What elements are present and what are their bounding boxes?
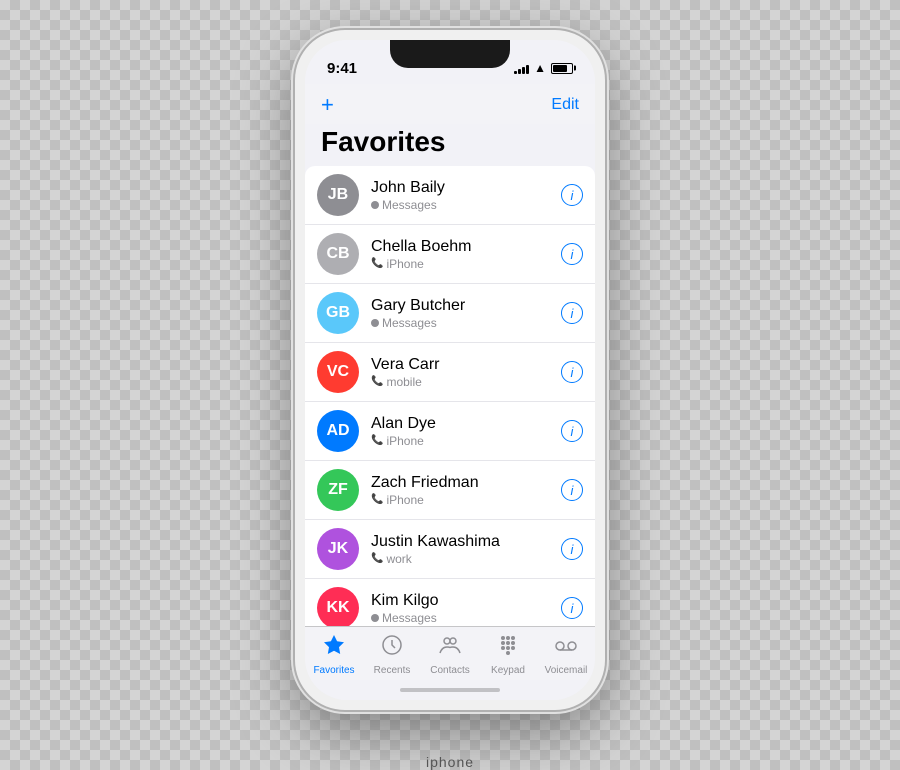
contact-name: Gary Butcher bbox=[371, 297, 561, 315]
battery-icon bbox=[551, 63, 573, 74]
add-button[interactable]: + bbox=[321, 92, 334, 118]
contact-row[interactable]: KKKim KilgoMessagesi bbox=[305, 579, 595, 626]
favorites-icon bbox=[322, 633, 346, 663]
phone-icon: 📞 bbox=[371, 553, 383, 564]
contact-row[interactable]: CBChella Boehm📞iPhonei bbox=[305, 225, 595, 284]
contact-name: Zach Friedman bbox=[371, 474, 561, 492]
contact-avatar: GB bbox=[317, 292, 359, 334]
contact-info: Kim KilgoMessages bbox=[371, 592, 561, 625]
phone-icon: 📞 bbox=[371, 376, 383, 387]
tab-keypad[interactable]: Keypad bbox=[483, 633, 533, 676]
info-button[interactable]: i bbox=[561, 184, 583, 206]
phone-icon: 📞 bbox=[371, 435, 383, 446]
status-icons: ▲ bbox=[514, 61, 573, 75]
contact-avatar: CB bbox=[317, 233, 359, 275]
messages-icon bbox=[371, 319, 379, 327]
contact-sub-label: iPhone bbox=[386, 434, 423, 448]
status-time: 9:41 bbox=[327, 60, 357, 77]
info-button[interactable]: i bbox=[561, 243, 583, 265]
messages-icon bbox=[371, 614, 379, 622]
contact-avatar: ZF bbox=[317, 469, 359, 511]
voicemail-label: Voicemail bbox=[545, 665, 588, 676]
contact-row[interactable]: GBGary ButcherMessagesi bbox=[305, 284, 595, 343]
home-bar bbox=[400, 688, 500, 692]
info-button[interactable]: i bbox=[561, 420, 583, 442]
contact-row[interactable]: ZFZach Friedman📞iPhonei bbox=[305, 461, 595, 520]
keypad-label: Keypad bbox=[491, 665, 525, 676]
tab-contacts[interactable]: Contacts bbox=[425, 633, 475, 676]
contact-row[interactable]: VCVera Carr📞mobilei bbox=[305, 343, 595, 402]
contact-name: Chella Boehm bbox=[371, 238, 561, 256]
contact-sub-label: iPhone bbox=[386, 493, 423, 507]
tab-voicemail[interactable]: Voicemail bbox=[541, 633, 591, 676]
info-button[interactable]: i bbox=[561, 597, 583, 619]
contact-sub: 📞work bbox=[371, 552, 561, 566]
page-title-area: Favorites bbox=[305, 124, 595, 166]
contact-avatar: AD bbox=[317, 410, 359, 452]
contact-row[interactable]: JKJustin Kawashima📞worki bbox=[305, 520, 595, 579]
contact-avatar: JK bbox=[317, 528, 359, 570]
contacts-label: Contacts bbox=[430, 665, 469, 676]
contact-info: Alan Dye📞iPhone bbox=[371, 415, 561, 448]
voicemail-icon bbox=[554, 633, 578, 663]
contact-sub-label: iPhone bbox=[386, 257, 423, 271]
recents-icon bbox=[380, 633, 404, 663]
contact-avatar: VC bbox=[317, 351, 359, 393]
contact-sub: 📞iPhone bbox=[371, 434, 561, 448]
tab-favorites[interactable]: Favorites bbox=[309, 633, 359, 676]
screen: 9:41 ▲ + Edit bbox=[305, 40, 595, 700]
tab-recents[interactable]: Recents bbox=[367, 633, 417, 676]
contact-info: Gary ButcherMessages bbox=[371, 297, 561, 330]
recents-label: Recents bbox=[374, 665, 411, 676]
contact-info: Vera Carr📞mobile bbox=[371, 356, 561, 389]
home-indicator bbox=[305, 680, 595, 700]
tab-bar: Favorites Recents Contacts Keypad Voicem… bbox=[305, 626, 595, 680]
contact-sub: 📞iPhone bbox=[371, 493, 561, 507]
contact-name: Alan Dye bbox=[371, 415, 561, 433]
contact-sub: Messages bbox=[371, 611, 561, 625]
contact-sub-label: mobile bbox=[386, 375, 421, 389]
info-button[interactable]: i bbox=[561, 361, 583, 383]
contact-row[interactable]: JBJohn BailyMessagesi bbox=[305, 166, 595, 225]
contact-info: Chella Boehm📞iPhone bbox=[371, 238, 561, 271]
signal-bars-icon bbox=[514, 62, 529, 74]
contact-name: Vera Carr bbox=[371, 356, 561, 374]
info-button[interactable]: i bbox=[561, 538, 583, 560]
page-title: Favorites bbox=[321, 126, 446, 157]
contact-sub: Messages bbox=[371, 316, 561, 330]
contact-sub: 📞iPhone bbox=[371, 257, 561, 271]
favorites-label: Favorites bbox=[313, 665, 354, 676]
phone-icon: 📞 bbox=[371, 494, 383, 505]
contact-sub-label: Messages bbox=[382, 316, 437, 330]
contact-name: Justin Kawashima bbox=[371, 533, 561, 551]
contacts-icon bbox=[438, 633, 462, 663]
phone-frame: 9:41 ▲ + Edit bbox=[295, 30, 605, 710]
phone-icon: 📞 bbox=[371, 258, 383, 269]
contact-sub-label: work bbox=[386, 552, 411, 566]
contact-info: Justin Kawashima📞work bbox=[371, 533, 561, 566]
contact-avatar: KK bbox=[317, 587, 359, 626]
wifi-icon: ▲ bbox=[534, 61, 546, 75]
nav-bar: + Edit bbox=[305, 84, 595, 124]
app-content: + Edit Favorites JBJohn BailyMessagesiCB… bbox=[305, 84, 595, 626]
contact-name: John Baily bbox=[371, 179, 561, 197]
contact-info: John BailyMessages bbox=[371, 179, 561, 212]
keypad-icon bbox=[496, 633, 520, 663]
info-button[interactable]: i bbox=[561, 302, 583, 324]
contact-row[interactable]: ADAlan Dye📞iPhonei bbox=[305, 402, 595, 461]
contact-avatar: JB bbox=[317, 174, 359, 216]
contact-sub: Messages bbox=[371, 198, 561, 212]
edit-button[interactable]: Edit bbox=[551, 96, 579, 114]
phone-brand-label: iphone bbox=[426, 754, 474, 770]
contact-name: Kim Kilgo bbox=[371, 592, 561, 610]
info-button[interactable]: i bbox=[561, 479, 583, 501]
messages-icon bbox=[371, 201, 379, 209]
contact-sub-label: Messages bbox=[382, 611, 437, 625]
contact-list[interactable]: JBJohn BailyMessagesiCBChella Boehm📞iPho… bbox=[305, 166, 595, 626]
contact-info: Zach Friedman📞iPhone bbox=[371, 474, 561, 507]
notch bbox=[390, 40, 510, 68]
contact-sub-label: Messages bbox=[382, 198, 437, 212]
contact-sub: 📞mobile bbox=[371, 375, 561, 389]
